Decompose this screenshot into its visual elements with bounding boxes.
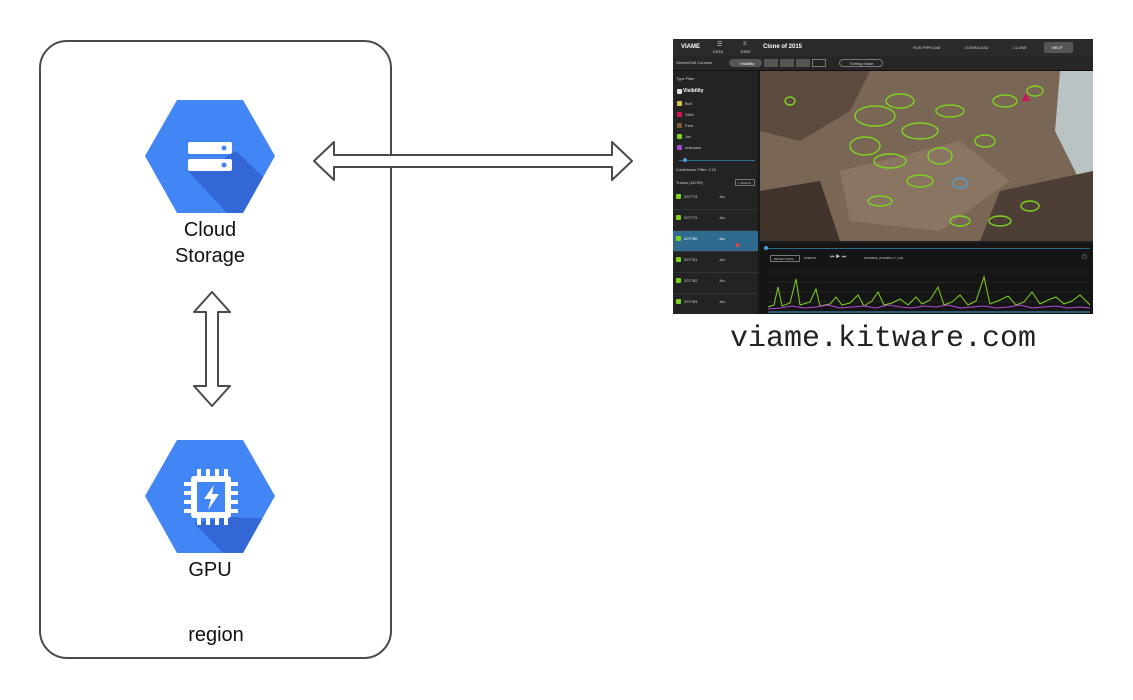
visibility-toggle-label: Visibility: [740, 61, 755, 66]
track-row[interactable]: 207781 Juv: [673, 252, 758, 273]
track-type: Juv: [719, 257, 726, 262]
region-label: region: [188, 624, 244, 646]
data-nav-label[interactable]: DATA: [713, 49, 723, 54]
frame-slider-handle[interactable]: [764, 246, 768, 250]
track-checkbox[interactable]: [676, 257, 681, 262]
cloud-storage-icon: [145, 100, 275, 213]
track-checkbox[interactable]: [676, 236, 681, 241]
track-id: 207781: [684, 257, 698, 262]
help-button[interactable]: HELP: [1044, 42, 1073, 53]
viewer-toolbar: Viewer/Edit Controls Visibility Editing …: [673, 56, 1093, 71]
track-id: 207783: [684, 299, 698, 304]
track-id: 207782: [684, 278, 698, 283]
type-checkbox-sam[interactable]: [677, 112, 682, 117]
editing-mode-label: Editing Mode: [850, 61, 874, 66]
track-id: 207779: [684, 215, 698, 220]
text-tool-button[interactable]: [812, 59, 826, 67]
frame-slider[interactable]: [765, 248, 1090, 249]
track-row[interactable]: 207783 Juv: [673, 294, 758, 314]
confidence-slider[interactable]: [679, 160, 755, 161]
type-label-fem: Fem: [685, 123, 693, 128]
jobs-nav-icon: ≡: [743, 41, 747, 47]
data-nav-icon: ☰: [717, 42, 723, 48]
detections-label: DETECTIONS: [774, 257, 794, 261]
type-filter-label: Type Filter: [676, 76, 695, 81]
jobs-nav-label[interactable]: JOBS: [740, 49, 750, 54]
timeline-panel: DETECTIONS EVENTS ⏮ ▶ ⏭ 20150818_2015081…: [760, 243, 1093, 314]
viame-top-bar: VIAME ☰ DATA ≡ JOBS Clone of 2015 RUN PI…: [673, 39, 1093, 56]
storage-gpu-double-arrow: [193, 291, 231, 407]
type-checkbox-unknown[interactable]: [677, 145, 682, 150]
viewer-controls-label: Viewer/Edit Controls: [676, 60, 713, 65]
add-track-label: + TRACK: [738, 181, 751, 185]
type-label-bull: Bull: [685, 101, 692, 106]
track-id: 207780: [684, 236, 698, 241]
type-checkbox-juv[interactable]: [677, 134, 682, 139]
cloud-storage-label-line2: Storage: [174, 245, 246, 267]
track-checkbox[interactable]: [676, 299, 681, 304]
type-checkbox-fem[interactable]: [677, 123, 682, 128]
type-checkbox-bull[interactable]: [677, 101, 682, 106]
track-type: Juv: [719, 194, 726, 199]
confidence-slider-handle[interactable]: [683, 158, 687, 162]
confidence-filter-label: Confidence Filter: 0.10: [676, 167, 717, 172]
polygon-tool-button[interactable]: [780, 59, 794, 67]
track-type: Juv: [719, 278, 726, 283]
track-row[interactable]: 207778 Juv: [673, 189, 758, 210]
annotated-image-viewer[interactable]: [760, 71, 1093, 241]
viame-url-label: viame.kitware.com: [729, 322, 1037, 356]
rectangle-tool-button[interactable]: [764, 59, 778, 67]
visibility-toggle[interactable]: Visibility: [729, 59, 762, 67]
type-label-juv: Juv: [685, 134, 692, 139]
detections-button[interactable]: DETECTIONS: [770, 255, 800, 262]
track-checkbox[interactable]: [676, 215, 681, 220]
download-button[interactable]: DOWNLOAD: [965, 45, 989, 50]
track-type: Juv: [719, 236, 726, 241]
detections-histogram: [767, 271, 1091, 313]
track-id: 207778: [684, 194, 698, 199]
storage-viame-double-arrow: [313, 141, 633, 181]
events-button[interactable]: EVENTS: [804, 256, 816, 260]
cloud-storage-label-line1: Cloud: [183, 219, 237, 241]
type-label-sam: SAM: [685, 112, 694, 117]
add-track-button[interactable]: + TRACK: [735, 179, 755, 186]
frame-name: 20150818_20150819_T_C00: [864, 256, 904, 260]
editing-mode-button[interactable]: Editing Mode: [839, 59, 883, 67]
help-button-label: HELP: [1052, 45, 1063, 50]
tracks-header: Tracks (18749): [676, 180, 703, 185]
gpu-icon: [145, 440, 275, 553]
delete-track-icon[interactable]: [736, 243, 739, 247]
run-pipeline-button[interactable]: RUN PIPELINE: [913, 45, 941, 50]
track-row[interactable]: 207779 Juv: [673, 210, 758, 231]
track-checkbox[interactable]: [676, 278, 681, 283]
clone-button[interactable]: CLONE: [1013, 45, 1027, 50]
dataset-title: Clone of 2015: [763, 44, 803, 50]
playback-controls-icon[interactable]: ⏮ ▶ ⏭: [830, 254, 846, 260]
track-row-selected[interactable]: 207780 Juv: [673, 231, 758, 252]
track-checkbox[interactable]: [676, 194, 681, 199]
type-label-unknown: unknown: [685, 145, 702, 150]
visibility-all-checkbox[interactable]: [677, 89, 682, 94]
visibility-header: Visibility: [683, 88, 704, 94]
viame-screenshot: VIAME ☰ DATA ≡ JOBS Clone of 2015 RUN PI…: [673, 39, 1093, 314]
line-tool-button[interactable]: [796, 59, 810, 67]
viame-sidebar: Type Filter Visibility Bull SAM Fem Juv …: [673, 71, 759, 314]
track-type: Juv: [719, 215, 726, 220]
track-row[interactable]: 207782 Juv: [673, 273, 758, 294]
viame-app-name: VIAME: [681, 44, 701, 50]
gpu-label: GPU: [188, 559, 232, 581]
fullscreen-icon[interactable]: ▢: [1082, 254, 1087, 260]
track-type: Juv: [719, 299, 726, 304]
